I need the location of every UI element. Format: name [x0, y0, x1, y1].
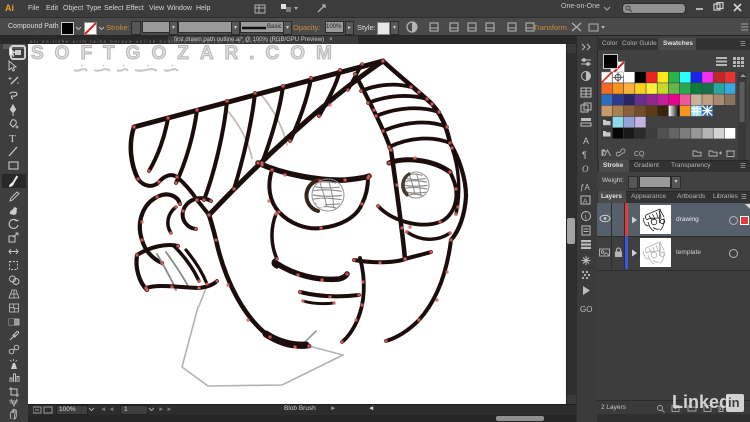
svg-text:ƒA: ƒA	[580, 183, 590, 192]
svg-text:CQ: CQ	[634, 151, 645, 158]
svg-text:A: A	[583, 198, 588, 205]
svg-text:A: A	[583, 136, 589, 146]
svg-text:GO: GO	[580, 305, 592, 314]
svg-text:¶: ¶	[582, 150, 587, 160]
svg-text:O: O	[582, 164, 589, 174]
svg-text:T: T	[9, 133, 16, 145]
